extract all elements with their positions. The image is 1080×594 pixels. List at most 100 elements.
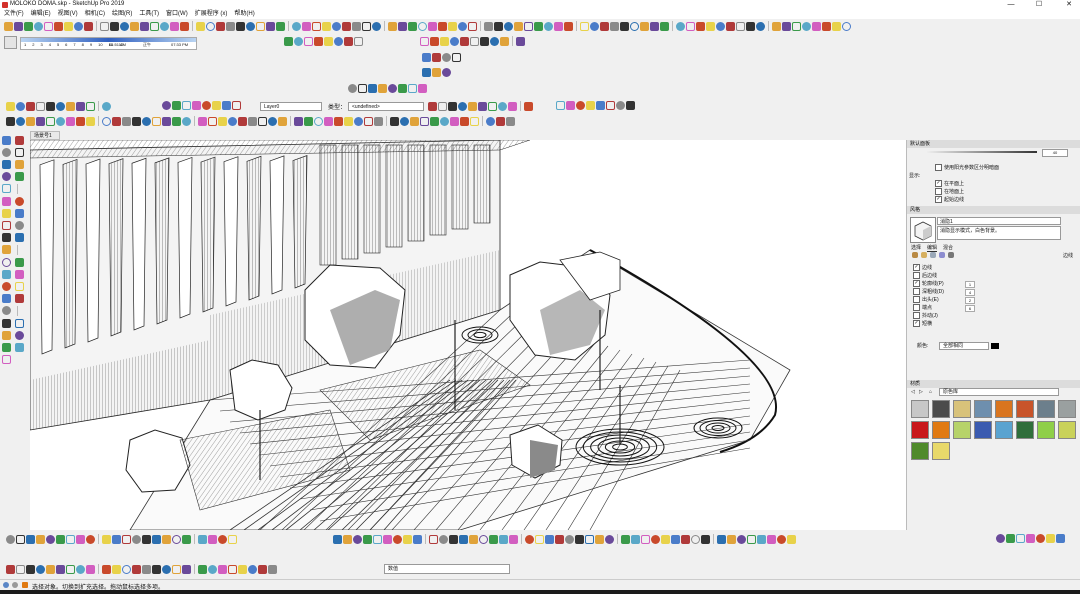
plugin-tool-icon[interactable] [787, 534, 796, 544]
plugin-tool-icon[interactable] [353, 534, 362, 544]
plugin-tool-icon[interactable] [525, 534, 534, 544]
style-name-field[interactable]: 消隐1 [937, 217, 1061, 225]
section-tool-icon[interactable] [606, 101, 615, 110]
toolbar-tool-icon[interactable] [314, 37, 323, 46]
camera-tool-icon[interactable] [192, 101, 201, 110]
edit-tool-icon[interactable] [56, 564, 65, 574]
measurements-box[interactable]: 数值 [384, 564, 510, 574]
plugin-tool-icon[interactable] [479, 534, 488, 544]
toolbar-tool-icon[interactable] [170, 21, 179, 31]
section-tool-icon[interactable] [626, 101, 635, 110]
home-icon[interactable]: ⌂ [929, 388, 932, 396]
plugin-tool-icon[interactable] [439, 534, 448, 544]
drawing-tool-icon[interactable] [172, 116, 181, 126]
plugin-tool-icon[interactable] [393, 534, 402, 544]
edit-tool-icon[interactable] [132, 564, 141, 574]
shape-tool-icon[interactable] [86, 534, 95, 544]
shadow-toggle-icon[interactable] [4, 36, 17, 49]
plugin-tool-icon[interactable] [757, 534, 766, 544]
standard-view-icon[interactable] [66, 101, 75, 111]
display-option-checkbox[interactable]: ✓ [935, 196, 942, 204]
plugin-tool-icon[interactable] [651, 534, 660, 544]
plugin-tool-icon[interactable] [333, 534, 342, 544]
drawing-tool-icon[interactable] [26, 116, 35, 126]
view-tool-icon[interactable] [348, 84, 357, 93]
toolbar-tool-icon[interactable] [398, 21, 407, 31]
edge-setting-row[interactable]: ✓ 短横 [913, 320, 1080, 328]
left-tool-icon[interactable] [2, 245, 11, 254]
shape-tool-icon[interactable] [36, 534, 45, 544]
edit-tool-icon[interactable] [248, 564, 257, 574]
material-swatch[interactable] [911, 442, 929, 460]
edit-tool-icon[interactable] [76, 564, 85, 574]
toolbar-tool-icon[interactable] [160, 21, 169, 31]
left-tool-icon[interactable] [2, 233, 11, 242]
left-tool-icon[interactable] [2, 197, 11, 206]
view-tool-icon[interactable] [418, 84, 427, 93]
close-button[interactable]: ✕ [1060, 0, 1078, 10]
toolbar-tool-icon[interactable] [292, 21, 301, 31]
plugin-tool-icon[interactable] [671, 534, 680, 544]
edge-setting-checkbox[interactable] [913, 304, 920, 312]
left-tool-icon[interactable] [15, 270, 24, 279]
toolbar-tool-icon[interactable] [832, 21, 841, 31]
edit-tool-icon[interactable] [228, 564, 237, 574]
edge-setting-checkbox[interactable]: ✓ [913, 280, 920, 288]
solid-tool-icon[interactable] [452, 53, 461, 62]
toolbar-tool-icon[interactable] [150, 21, 159, 31]
drawing-tool-icon[interactable] [364, 116, 373, 126]
toolbar-tool-icon[interactable] [246, 21, 255, 31]
toolbar-tool-icon[interactable] [772, 21, 781, 31]
toolbar-tool-icon[interactable] [746, 21, 755, 31]
edge-setting-row[interactable]: 深粗线(D) 4 [913, 288, 1080, 296]
standard-view-icon[interactable] [26, 101, 35, 111]
section-tool-icon[interactable] [576, 101, 585, 110]
section-tool-icon[interactable] [616, 101, 625, 110]
toolbar-tool-icon[interactable] [564, 21, 573, 31]
plugin-tool-icon[interactable] [469, 534, 478, 544]
toolbar-tool-icon[interactable] [468, 21, 477, 31]
edge-setting-checkbox[interactable]: ✓ [913, 320, 920, 328]
drawing-tool-icon[interactable] [410, 116, 419, 126]
plugin-tool-icon[interactable] [717, 534, 726, 544]
drawing-tool-icon[interactable] [324, 116, 333, 126]
material-swatch[interactable] [953, 421, 971, 439]
drawing-tool-icon[interactable] [496, 116, 505, 126]
plugin-tool-icon[interactable] [499, 534, 508, 544]
drawing-tool-icon[interactable] [46, 116, 55, 126]
sandbox-tool-icon[interactable] [460, 36, 469, 46]
toolbar-tool-icon[interactable] [352, 21, 361, 31]
toolbar-tool-icon[interactable] [686, 21, 695, 31]
plugin-tool-icon[interactable] [631, 534, 640, 544]
toolbar-tool-icon[interactable] [696, 21, 705, 31]
toolbar-tool-icon[interactable] [812, 21, 821, 31]
toolbar-tool-icon[interactable] [84, 21, 93, 31]
menu-edit[interactable]: 编辑(E) [31, 10, 51, 19]
menu-draw[interactable]: 绘图(R) [112, 10, 132, 19]
edit-tool-icon[interactable] [198, 564, 207, 574]
left-tool-icon[interactable] [15, 319, 24, 328]
back-arrow-icon[interactable]: ◁ [911, 388, 915, 396]
toolbar-tool-icon[interactable] [266, 21, 275, 31]
drawing-tool-icon[interactable] [132, 116, 141, 126]
toolbar-tool-icon[interactable] [438, 21, 447, 31]
drawing-tool-icon[interactable] [66, 116, 75, 126]
left-tool-icon[interactable] [2, 136, 11, 145]
toolbar-tool-icon[interactable] [716, 21, 725, 31]
layer-select[interactable]: Layer0 [260, 102, 322, 111]
plugin-tool-icon[interactable] [727, 534, 736, 544]
drawing-tool-icon[interactable] [506, 116, 515, 126]
drawing-tool-icon[interactable] [268, 116, 277, 126]
toolbar-tool-icon[interactable] [120, 21, 129, 31]
plugin-tool-icon[interactable] [429, 534, 438, 544]
standard-view-icon[interactable] [36, 101, 45, 111]
view-tool-icon[interactable] [408, 84, 417, 93]
left-tool-icon[interactable] [2, 184, 11, 193]
standard-view-icon[interactable] [46, 101, 55, 111]
drawing-tool-icon[interactable] [486, 116, 495, 126]
menu-camera[interactable]: 相机(C) [85, 10, 105, 19]
use-sun-row[interactable]: 使用阳光参数区分明暗面 [907, 164, 1080, 172]
plugin-tool-icon[interactable] [605, 534, 614, 544]
edge-setting-row[interactable]: ✓ 轮廓线(P) 1 [913, 280, 1080, 288]
watermark-settings-icon[interactable] [939, 252, 945, 258]
